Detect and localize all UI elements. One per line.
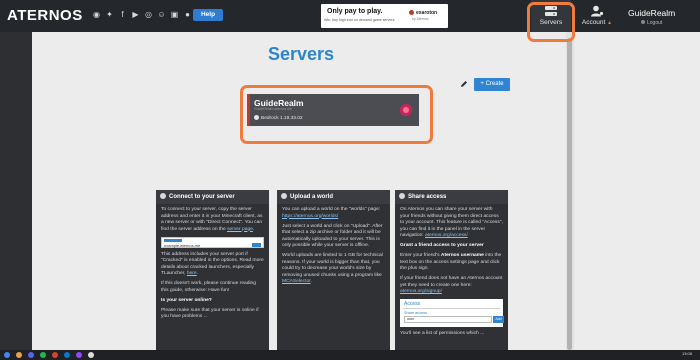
browser-icon[interactable]	[4, 352, 10, 358]
connect-paragraph-4: Please make sure that your server is onl…	[161, 307, 259, 320]
share-paragraph-3: If your friend does not have an Aternos …	[400, 276, 503, 294]
share-heading: Grant a friend access to your server	[400, 243, 484, 248]
os-taskbar: 13:08	[0, 350, 700, 360]
warning-icon: ▲	[607, 20, 613, 26]
facebook-icon[interactable]: f	[118, 10, 127, 19]
address-tag	[164, 238, 182, 242]
scrollbar-thumb[interactable]	[567, 38, 572, 350]
scrollbar[interactable]	[566, 32, 574, 354]
ad-brand-sub: by Aternos	[412, 17, 429, 21]
share-paragraph-1: On Aternos you can share your server wit…	[400, 207, 503, 238]
upload-paragraph-1: You can upload a world on the "worlds" p…	[282, 207, 381, 219]
page-background-right	[570, 32, 700, 360]
share-paragraph-4: You'll see a list of permissions which .…	[400, 331, 485, 336]
folder-icon[interactable]	[16, 352, 22, 358]
worlds-link[interactable]: https://aternos.org/worlds/	[282, 214, 338, 219]
github-icon[interactable]: ●	[183, 10, 192, 19]
copy-button	[252, 242, 261, 247]
info-icon	[281, 193, 287, 199]
main-content: Servers + Create GuideRealm GuideRealm.a…	[32, 32, 570, 360]
discord-icon[interactable]	[28, 352, 34, 358]
aternos-logo[interactable]: ATERNOS	[7, 7, 83, 24]
app-icon[interactable]	[52, 352, 58, 358]
social-links: ◉ ✦ f ▶ ◎ ☺ ▣ ●	[92, 10, 192, 19]
twitter-icon[interactable]: ✦	[105, 10, 114, 19]
upload-paragraph-3: World uploads are limited to 1 GB for te…	[282, 253, 383, 284]
store-icon[interactable]	[64, 352, 70, 358]
create-button[interactable]: + Create	[474, 78, 510, 91]
nav-account[interactable]: Account ▲	[577, 0, 617, 32]
connect-paragraph-1: To connect to your server, copy the serv…	[161, 207, 263, 232]
signup-link[interactable]: aternos.org/signup/	[400, 289, 442, 294]
info-icon	[160, 193, 166, 199]
ad-brand: exaroton	[409, 10, 437, 16]
instagram-icon[interactable]: ◎	[144, 10, 153, 19]
upload-paragraph-2: Just select a world and click on "Upload…	[282, 223, 383, 249]
share-info-box: Share access On Aternos you can share yo…	[395, 190, 508, 360]
help-button[interactable]: Help	[193, 9, 223, 21]
settings-icon[interactable]	[88, 352, 94, 358]
mcaselector-link[interactable]: MCASelector	[282, 279, 311, 284]
share-header: Share access	[395, 190, 508, 204]
page-title: Servers	[267, 44, 335, 64]
user-name: GuideRealm	[628, 8, 676, 18]
music-icon[interactable]	[40, 352, 46, 358]
ad-subtitle: Win, buy high end on demand game servers	[324, 18, 395, 22]
ad-title: Only pay to play.	[327, 8, 383, 15]
nav-account-label: Account ▲	[581, 19, 613, 26]
taskbar-icons	[4, 352, 94, 358]
share-paragraph-2: Enter your friend's Aternos username int…	[400, 253, 502, 271]
connect-paragraph-3: If this doesn't work, please continue re…	[161, 281, 256, 293]
access-link[interactable]: aternos.org/access/	[425, 233, 468, 238]
divider	[403, 308, 500, 309]
user-gear-icon	[591, 5, 604, 17]
here-link[interactable]: here	[187, 271, 197, 276]
access-add-button: Add	[493, 316, 504, 323]
access-example-box: Access Share access user Add	[400, 299, 504, 327]
steam-icon[interactable]: ◉	[92, 10, 101, 19]
logout-link[interactable]: Logout	[641, 20, 662, 26]
top-bar: ATERNOS ◉ ✦ f ▶ ◎ ☺ ▣ ● Help Only pay to…	[0, 0, 700, 32]
servers-highlight	[527, 2, 575, 42]
discord-icon[interactable]: ☺	[157, 10, 166, 19]
online-question: Is your server online?	[161, 297, 212, 303]
connect-info-box: Connect to your server To connect to you…	[156, 190, 269, 360]
connect-header: Connect to your server	[156, 190, 269, 204]
upload-header: Upload a world	[277, 190, 390, 204]
ad-banner[interactable]: Only pay to play. Win, buy high end on d…	[321, 4, 448, 28]
youtube-icon[interactable]: ▶	[131, 10, 140, 19]
pencil-icon[interactable]	[460, 80, 468, 88]
info-icon	[399, 193, 405, 199]
twitch-icon[interactable]	[76, 352, 82, 358]
upload-info-box: Upload a world You can upload a world on…	[277, 190, 390, 360]
twitch-icon[interactable]: ▣	[170, 10, 179, 19]
clock: 13:08	[681, 351, 692, 356]
server-card-highlight	[240, 85, 433, 144]
address-example: example.aternos.me	[164, 242, 201, 248]
access-username-input: user	[404, 316, 492, 323]
address-example-box: example.aternos.me	[161, 236, 264, 248]
access-title: Access	[404, 301, 421, 307]
connect-paragraph-2: This address includes your server port i…	[161, 251, 264, 277]
server-page-link[interactable]: server page	[227, 227, 253, 232]
